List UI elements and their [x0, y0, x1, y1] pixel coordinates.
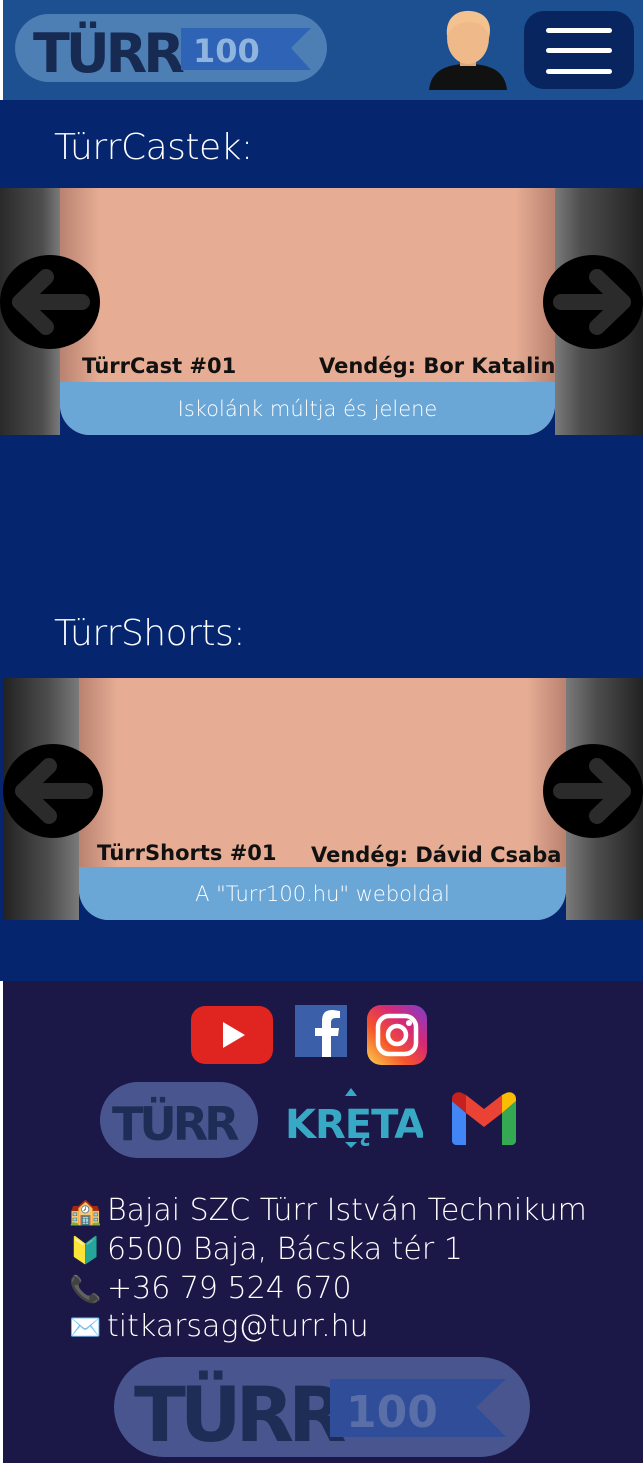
phone-text[interactable]: +36 79 524 670: [107, 1271, 352, 1306]
svg-text:100: 100: [346, 1387, 438, 1438]
card-caption: Iskolánk múltja és jelene: [60, 382, 555, 435]
turrcastek-title: TürrCastek:: [54, 127, 253, 168]
episode-label: TürrCast #01: [82, 354, 237, 378]
user-avatar-icon[interactable]: [425, 8, 511, 92]
svg-text:TÜRR: TÜRR: [112, 1097, 239, 1151]
card-caption: A "Turr100.hu" weboldal: [79, 867, 566, 920]
top-navigation-bar: TÜRR 100: [0, 0, 643, 100]
arrow-right-icon: [553, 269, 631, 335]
phone-icon: 📞: [69, 1275, 102, 1305]
next-arrow-button[interactable]: [543, 744, 643, 838]
guest-label: Vendég: Dávid Csaba: [311, 843, 562, 867]
address-text: 6500 Baja, Bácska tér 1: [107, 1232, 463, 1267]
envelope-icon: ✉️: [69, 1313, 102, 1343]
prev-arrow-button[interactable]: [0, 255, 100, 349]
prev-arrow-button[interactable]: [3, 744, 103, 838]
email-text[interactable]: titkarsag@turr.hu: [107, 1309, 369, 1344]
turrshorts-card[interactable]: TürrShorts #01 Vendég: Dávid Csaba A "Tu…: [79, 678, 566, 920]
turrcastek-carousel: TürrCast #01 Vendég: Bor Katalin Iskolán…: [0, 188, 643, 435]
kreta-logo[interactable]: KRĘTA: [285, 1084, 426, 1158]
gmail-icon[interactable]: [452, 1091, 516, 1149]
instagram-icon[interactable]: [367, 1005, 427, 1069]
contact-email: ✉️ titkarsag@turr.hu: [69, 1309, 369, 1344]
svg-text:TÜRR: TÜRR: [134, 1369, 345, 1457]
episode-label: TürrShorts #01: [97, 841, 277, 865]
contact-address: 🔰 6500 Baja, Bácska tér 1: [69, 1232, 463, 1267]
turr100-logo-graphic: TÜRR 100: [33, 22, 311, 82]
turrcast-card[interactable]: TürrCast #01 Vendég: Bor Katalin Iskolán…: [60, 188, 555, 435]
facebook-icon[interactable]: [295, 1005, 347, 1061]
page-footer: TÜRR KRĘTA 🏫 Bajai SZC Türr István Techni…: [0, 981, 643, 1463]
beginner-badge-icon: 🔰: [69, 1236, 102, 1266]
youtube-icon[interactable]: [191, 1006, 273, 1068]
next-arrow-button[interactable]: [543, 255, 643, 349]
footer-turr100-logo[interactable]: TÜRR 100: [114, 1357, 530, 1461]
hamburger-menu-button[interactable]: [524, 11, 634, 89]
turr-logo[interactable]: TÜRR: [100, 1082, 258, 1162]
contact-phone: 📞 +36 79 524 670: [69, 1271, 352, 1306]
turr100-logo[interactable]: TÜRR 100: [15, 14, 327, 82]
contact-school: 🏫 Bajai SZC Türr István Technikum: [69, 1193, 587, 1228]
arrow-left-icon: [15, 758, 93, 824]
arrow-right-icon: [553, 758, 631, 824]
arrow-left-icon: [12, 269, 90, 335]
menu-line-icon: [546, 28, 612, 33]
svg-text:KRĘTA: KRĘTA: [285, 1102, 423, 1148]
guest-label: Vendég: Bor Katalin: [319, 354, 555, 378]
svg-text:TÜRR: TÜRR: [33, 22, 184, 82]
turrshorts-title: TürrShorts:: [54, 613, 245, 654]
turrshorts-carousel: TürrShorts #01 Vendég: Dávid Csaba A "Tu…: [3, 678, 643, 920]
menu-line-icon: [546, 48, 612, 53]
school-building-icon: 🏫: [69, 1197, 102, 1227]
menu-line-icon: [546, 69, 612, 74]
svg-text:100: 100: [193, 32, 260, 70]
school-name: Bajai SZC Türr István Technikum: [107, 1193, 587, 1228]
